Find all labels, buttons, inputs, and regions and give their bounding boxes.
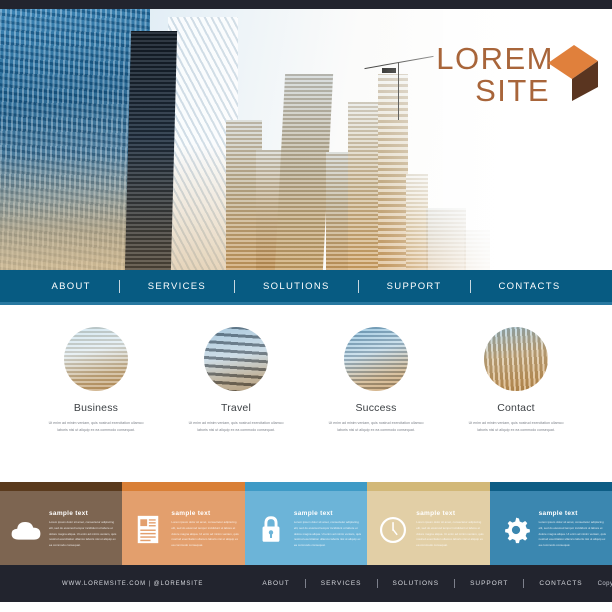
logo-line-1: LOREM bbox=[436, 41, 554, 76]
features-section: Business Ut enim ad minim veniam, quis n… bbox=[0, 305, 612, 482]
panel-body: Lorem ipsum dolor sit amet, consectetur … bbox=[416, 519, 484, 548]
site-logo[interactable]: LOREM SITE bbox=[436, 43, 598, 106]
site-footer: WWW.LOREMSITE.COM | @LOREMSITE ABOUT SER… bbox=[0, 565, 612, 602]
footer-nav-item-support[interactable]: SUPPORT bbox=[455, 580, 523, 587]
footer-site-line[interactable]: WWW.LOREMSITE.COM | @LOREMSITE bbox=[62, 581, 203, 587]
panel-body: Lorem ipsum dolor sit amet, consectetur … bbox=[538, 519, 606, 548]
panel-accent-bar bbox=[489, 482, 612, 491]
circle-photo-contact-icon[interactable] bbox=[484, 327, 548, 391]
feature-title: Business bbox=[73, 402, 119, 414]
lock-icon bbox=[255, 514, 287, 546]
footer-nav-item-solutions[interactable]: SOLUTIONS bbox=[378, 580, 455, 587]
logo-text: LOREM SITE bbox=[436, 43, 554, 106]
footer-copyright: Copyright © 2013 bbox=[597, 580, 612, 587]
circle-photo-success-icon[interactable] bbox=[344, 327, 408, 391]
nav-item-services[interactable]: SERVICES bbox=[120, 281, 234, 292]
nav-separator bbox=[234, 279, 236, 293]
panel-title: sample text bbox=[49, 509, 89, 517]
clock-icon bbox=[377, 514, 409, 546]
panel-gear[interactable]: sample text Lorem ipsum dolor sit amet, … bbox=[489, 482, 612, 565]
panel-title: sample text bbox=[538, 509, 578, 517]
hero-banner: LOREM SITE bbox=[0, 9, 612, 270]
nav-list: ABOUT SERVICES SOLUTIONS SUPPORT CONTACT… bbox=[24, 279, 589, 293]
hero-tower-dark bbox=[124, 31, 178, 270]
nav-separator bbox=[357, 279, 359, 293]
panel-accent-bar bbox=[0, 482, 123, 491]
feature-title: Contact bbox=[497, 402, 535, 414]
panel-title: sample text bbox=[416, 509, 456, 517]
panel-accent-bar bbox=[122, 482, 245, 491]
footer-navigation: ABOUT SERVICES SOLUTIONS SUPPORT CONTACT… bbox=[247, 579, 597, 588]
footer-nav-item-about[interactable]: ABOUT bbox=[247, 580, 304, 587]
panel-document[interactable]: sample text Lorem ipsum dolor sit amet, … bbox=[122, 482, 245, 565]
nav-separator bbox=[118, 279, 120, 293]
feature-card-business[interactable]: Business Ut enim ad minim veniam, quis n… bbox=[42, 327, 150, 482]
panel-accent-bar bbox=[244, 482, 368, 491]
panel-title: sample text bbox=[293, 509, 333, 517]
top-dark-bar bbox=[0, 0, 612, 9]
main-navigation: ABOUT SERVICES SOLUTIONS SUPPORT CONTACT… bbox=[0, 270, 612, 305]
circle-photo-business-icon[interactable] bbox=[64, 327, 128, 391]
feature-body: Ut enim ad minim veniam, quis nostrud ex… bbox=[188, 421, 284, 432]
hero-building bbox=[274, 74, 334, 270]
nav-item-contacts[interactable]: CONTACTS bbox=[471, 281, 589, 292]
feature-body: Ut enim ad minim veniam, quis nostrud ex… bbox=[328, 421, 424, 432]
feature-body: Ut enim ad minim veniam, quis nostrud ex… bbox=[48, 421, 144, 432]
feature-body: Ut enim ad minim veniam, quis nostrud ex… bbox=[468, 421, 564, 432]
nav-item-support[interactable]: SUPPORT bbox=[359, 281, 470, 292]
feature-card-travel[interactable]: Travel Ut enim ad minim veniam, quis nos… bbox=[182, 327, 290, 482]
feature-card-success[interactable]: Success Ut enim ad minim veniam, quis no… bbox=[322, 327, 430, 482]
gear-icon bbox=[500, 514, 532, 546]
panel-lock[interactable]: sample text Lorem ipsum dolor sit amet, … bbox=[244, 482, 368, 565]
document-icon bbox=[132, 514, 164, 546]
nav-item-solutions[interactable]: SOLUTIONS bbox=[235, 281, 358, 292]
panel-cloud[interactable]: sample text Lorem ipsum dolor sit amet, … bbox=[0, 482, 123, 565]
feature-title: Success bbox=[355, 402, 397, 414]
hero-building bbox=[348, 102, 382, 270]
circle-photo-travel-icon[interactable] bbox=[204, 327, 268, 391]
panel-clock[interactable]: sample text Lorem ipsum dolor sit amet, … bbox=[367, 482, 490, 565]
feature-card-contact[interactable]: Contact Ut enim ad minim veniam, quis no… bbox=[462, 327, 570, 482]
footer-nav-item-services[interactable]: SERVICES bbox=[306, 580, 377, 587]
cloud-icon bbox=[10, 514, 42, 546]
panel-body: Lorem ipsum dolor sit amet, consectetur … bbox=[171, 519, 239, 548]
footer-nav-item-contacts[interactable]: CONTACTS bbox=[524, 580, 597, 587]
feature-title: Travel bbox=[221, 402, 251, 414]
logo-line-2: SITE bbox=[475, 72, 550, 108]
panel-accent-bar bbox=[367, 482, 490, 491]
nav-item-about[interactable]: ABOUT bbox=[24, 281, 119, 292]
panel-body: Lorem ipsum dolor sit amet, consectetur … bbox=[293, 519, 362, 548]
panel-title: sample text bbox=[171, 509, 211, 517]
panel-body: Lorem ipsum dolor sit amet, consectetur … bbox=[49, 519, 117, 548]
service-panels: sample text Lorem ipsum dolor sit amet, … bbox=[0, 482, 612, 565]
nav-separator bbox=[469, 279, 471, 293]
cube-icon bbox=[548, 45, 598, 101]
